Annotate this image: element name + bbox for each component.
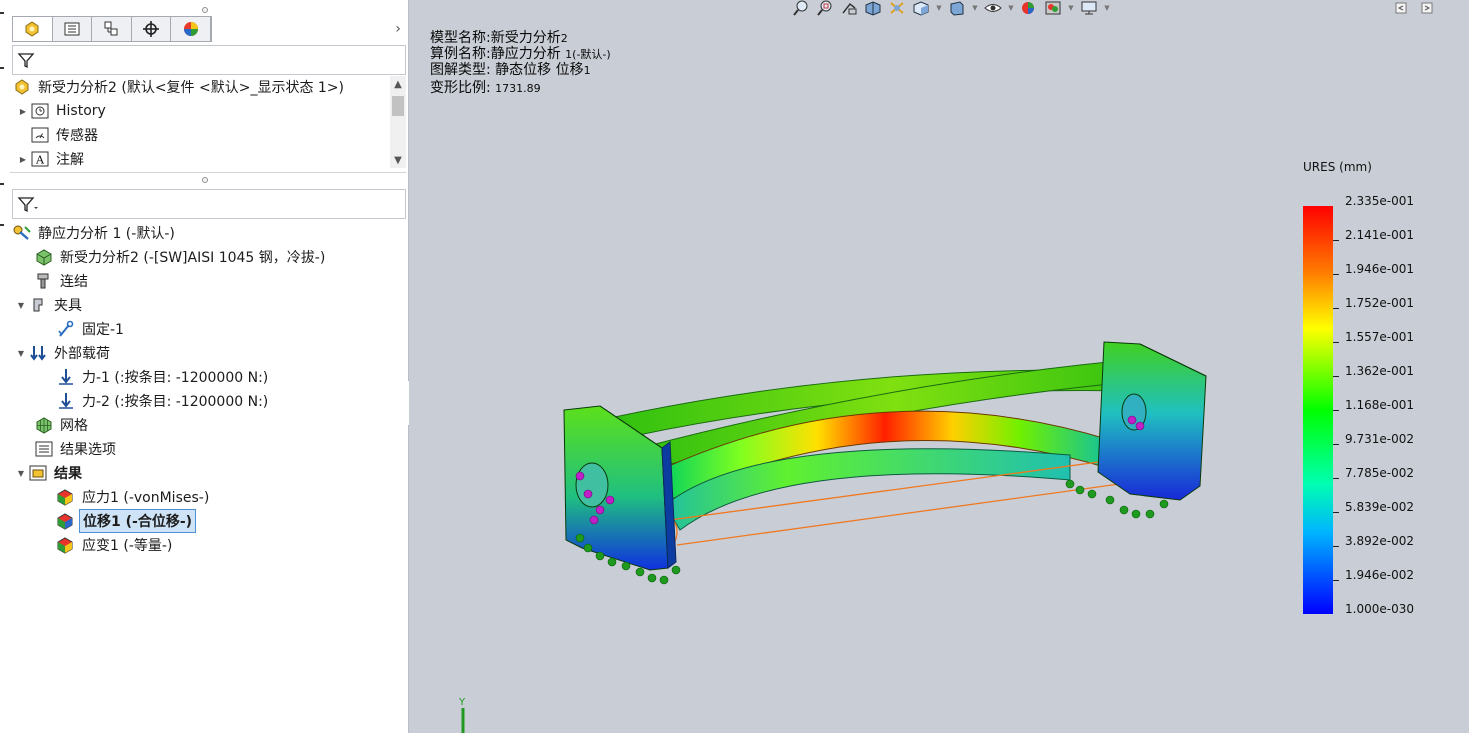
legend-value-label: 1.752e-001 [1345,296,1414,310]
legend-tick-mark [1333,308,1339,309]
legend-tick-mark [1333,444,1339,445]
legend-title: URES (mm) [1303,160,1372,174]
legend-color-bar[interactable] [1303,206,1333,614]
legend-tick-mark [1333,478,1339,479]
legend-value-label: 1.946e-002 [1345,568,1414,582]
legend-value-label: 9.731e-002 [1345,432,1414,446]
legend-tick-mark [1333,376,1339,377]
legend-tick-mark [1333,342,1339,343]
legend-value-label: 2.141e-001 [1345,228,1414,242]
legend-value-label: 2.335e-001 [1345,194,1414,208]
legend-tick-mark [1333,410,1339,411]
displacement-plot-model[interactable]: Y [0,0,1469,733]
legend-value-label: 1.168e-001 [1345,398,1414,412]
legend-tick-mark [1333,512,1339,513]
legend-tick-mark [1333,580,1339,581]
legend-value-label: 1.557e-001 [1345,330,1414,344]
legend-value-label: 1.362e-001 [1345,364,1414,378]
legend-value-label: 7.785e-002 [1345,466,1414,480]
legend-value-label: 5.839e-002 [1345,500,1414,514]
legend-tick-mark [1333,240,1339,241]
legend-tick-mark [1333,546,1339,547]
legend-tick-mark [1333,274,1339,275]
legend-value-label: 3.892e-002 [1345,534,1414,548]
legend-value-label: 1.000e-030 [1345,602,1414,616]
axis-triad-label: Y [458,697,466,708]
legend-value-label: 1.946e-001 [1345,262,1414,276]
